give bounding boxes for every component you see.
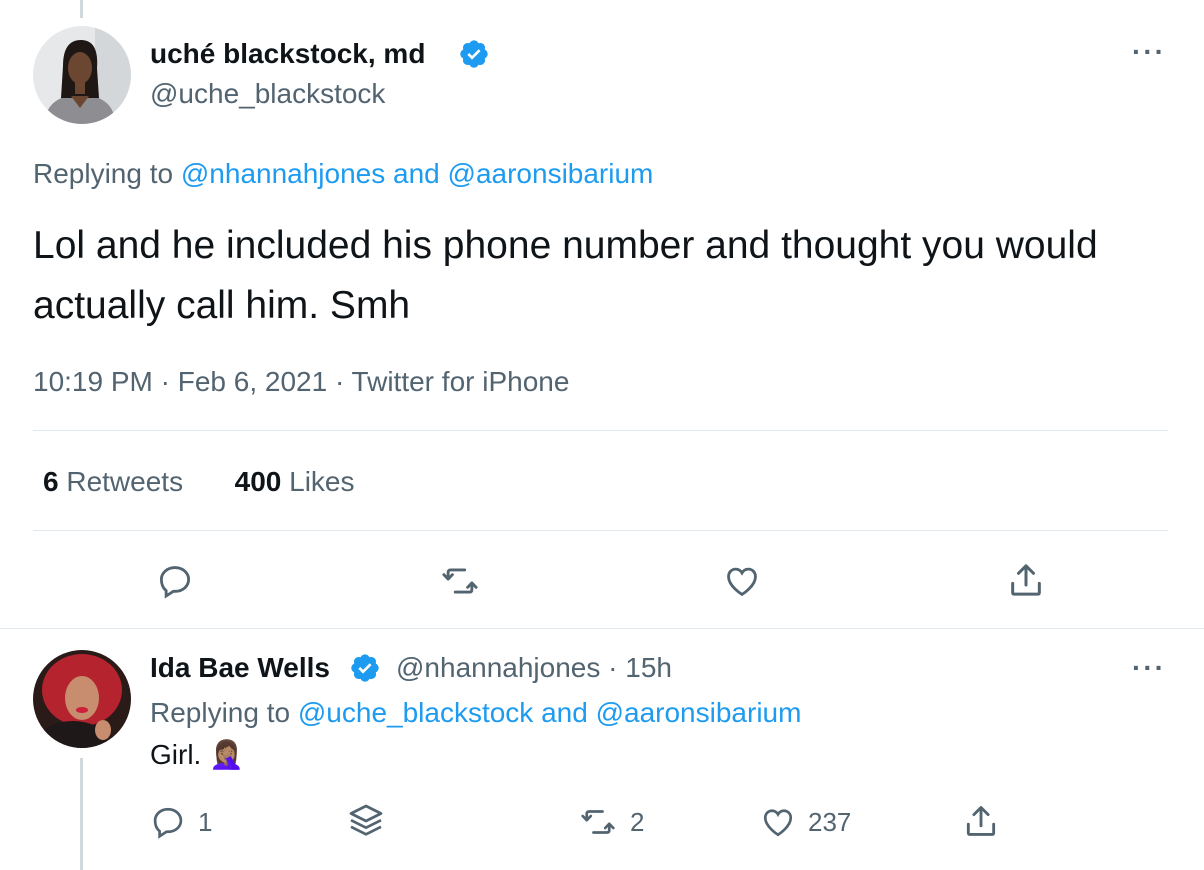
heart-icon xyxy=(763,809,793,837)
reply-icon xyxy=(153,807,183,839)
divider xyxy=(33,430,1168,431)
display-name[interactable]: uché blackstock, md xyxy=(150,38,425,70)
replying-to-line: Replying to @nhannahjones and @aaronsiba… xyxy=(33,158,653,190)
retweets-count: 6 xyxy=(43,466,59,497)
avatar-uche[interactable] xyxy=(33,26,131,124)
avatar-ida-bae-wells[interactable] xyxy=(33,650,131,748)
like-button[interactable]: 237 xyxy=(760,804,851,840)
retweet-icon xyxy=(442,568,478,594)
thread-connector-top xyxy=(80,0,83,18)
tweet-timestamp[interactable]: 10:19 PM · Feb 6, 2021 · Twitter for iPh… xyxy=(33,366,569,398)
replying-prefix: Replying to xyxy=(33,158,174,189)
mention-link-nhannahjones[interactable]: @nhannahjones xyxy=(181,158,385,189)
more-options-icon[interactable]: ··· xyxy=(1132,36,1166,68)
likes-label: Likes xyxy=(289,466,355,497)
avatar-image xyxy=(33,650,131,748)
divider xyxy=(0,628,1204,629)
retweet-button[interactable] xyxy=(440,562,480,600)
tweet-text: Girl. 🤦🏽‍♀️ xyxy=(150,739,244,770)
replying-to-line: Replying to @uche_blackstock and @aarons… xyxy=(150,697,801,729)
reply-count: 1 xyxy=(198,806,213,837)
mention-link-uche-blackstock[interactable]: @uche_blackstock xyxy=(298,697,533,728)
reply-button[interactable]: 1 xyxy=(150,804,212,840)
share-button[interactable] xyxy=(1006,560,1046,600)
tweet-stats: 6 Retweets 400 Likes xyxy=(43,466,355,498)
divider xyxy=(33,530,1168,531)
like-count: 237 xyxy=(808,806,852,837)
share-icon xyxy=(1011,564,1041,596)
replying-prefix: Replying to xyxy=(150,697,291,728)
share-icon xyxy=(966,806,996,836)
verified-badge-icon xyxy=(351,654,379,682)
thread-layers-icon xyxy=(349,804,383,836)
replying-and: and xyxy=(393,158,440,189)
replying-and: and xyxy=(541,697,588,728)
reply-icon xyxy=(159,566,191,599)
mention-link-aaronsibarium[interactable]: @aaronsibarium xyxy=(448,158,654,189)
retweet-icon xyxy=(581,810,615,834)
reply-button[interactable] xyxy=(156,562,194,600)
avatar-image xyxy=(33,26,131,124)
user-handle-and-time[interactable]: @nhannahjones · 15h xyxy=(396,652,672,684)
retweet-button[interactable]: 2 xyxy=(578,804,644,840)
verified-badge-icon xyxy=(460,40,488,68)
display-name[interactable]: Ida Bae Wells xyxy=(150,652,330,684)
share-button[interactable] xyxy=(962,802,1000,840)
heart-icon xyxy=(727,567,757,597)
likes-count: 400 xyxy=(234,466,282,497)
mention-link-aaronsibarium[interactable]: @aaronsibarium xyxy=(596,697,802,728)
likes-stat[interactable]: 400 Likes xyxy=(235,466,355,497)
user-handle[interactable]: @uche_blackstock xyxy=(150,78,385,110)
retweet-count: 2 xyxy=(630,806,645,837)
retweets-label: Retweets xyxy=(66,466,184,497)
thread-button[interactable] xyxy=(346,800,386,842)
retweets-stat[interactable]: 6 Retweets xyxy=(43,466,183,497)
like-button[interactable] xyxy=(722,562,762,600)
more-options-icon[interactable]: ··· xyxy=(1132,652,1166,684)
thread-connector-bottom xyxy=(80,758,83,870)
tweet-text: Lol and he included his phone number and… xyxy=(33,224,1098,327)
